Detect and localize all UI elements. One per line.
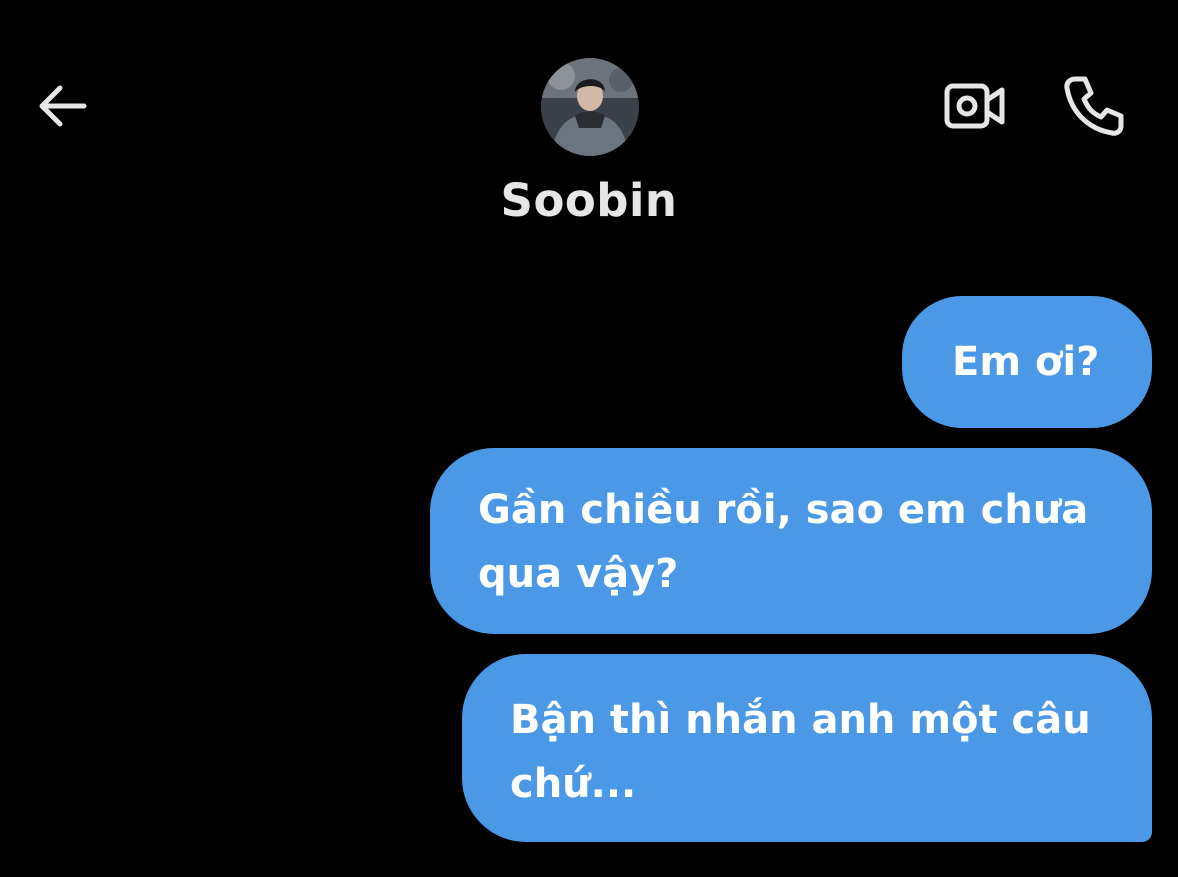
- chat-header: Soobin: [0, 0, 1178, 250]
- message-bubble[interactable]: Gần chiều rồi, sao em chưa qua vậy?: [430, 448, 1152, 634]
- phone-icon: [1064, 76, 1124, 136]
- avatar[interactable]: [541, 58, 639, 156]
- video-camera-icon: [944, 83, 1005, 129]
- message-bubble[interactable]: Bận thì nhắn anh một câu chứ...: [462, 654, 1152, 842]
- back-button[interactable]: [32, 80, 92, 132]
- voice-call-button[interactable]: [1058, 70, 1130, 142]
- message-bubble[interactable]: Em ơi?: [902, 296, 1152, 428]
- avatar-photo: [541, 58, 639, 156]
- arrow-left-icon: [39, 85, 87, 127]
- contact-name: Soobin: [500, 174, 678, 227]
- video-call-button[interactable]: [940, 76, 1010, 136]
